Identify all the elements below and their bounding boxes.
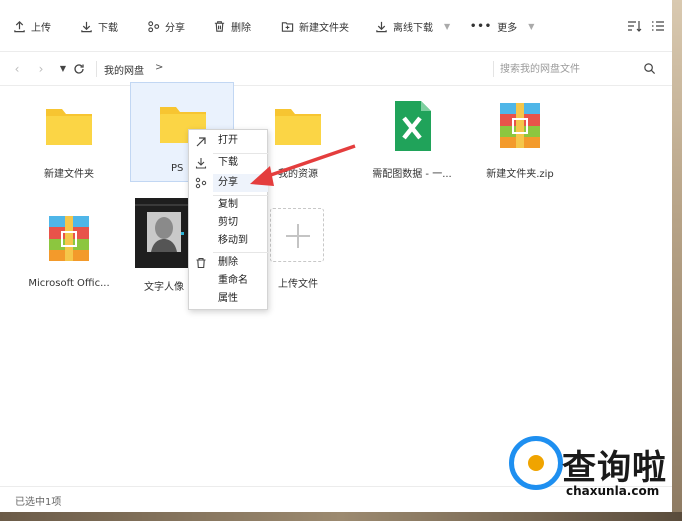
share-label: 分享	[165, 22, 185, 34]
download-icon	[81, 21, 92, 32]
watermark-logo-icon	[509, 436, 563, 490]
excel-icon	[395, 101, 431, 151]
trash-icon	[196, 257, 206, 269]
selection-status: 已选中1项	[15, 497, 62, 508]
refresh-icon[interactable]	[72, 62, 86, 76]
watermark-url: chaxunla.com	[566, 484, 660, 498]
more-label: 更多	[497, 22, 518, 34]
divider	[96, 61, 97, 77]
desktop-background-strip	[672, 0, 682, 521]
cloud-drive-window: 上传 下载 分享 删除 新建文件夹 离线下载 ▼ ••• 更多 ▼ ‹ › ▼ …	[0, 0, 682, 521]
menu-item-copy[interactable]: 复制	[218, 197, 238, 213]
menu-item-move-to[interactable]: 移动到	[218, 233, 248, 249]
menu-item-open[interactable]: 打开	[218, 133, 238, 149]
menu-item-cut[interactable]: 剪切	[218, 215, 238, 231]
download-button[interactable]: 下载	[80, 15, 118, 37]
chevron-down-icon: ▼	[528, 21, 535, 31]
menu-item-rename[interactable]: 重命名	[218, 273, 248, 289]
breadcrumb-arrow: >	[155, 62, 164, 73]
folder-icon	[46, 109, 92, 145]
watermark-brand: 查询啦	[562, 448, 667, 488]
search-input[interactable]	[500, 58, 640, 80]
file-item-excel[interactable]: 需配图数据 - 一...	[360, 85, 464, 185]
delete-button[interactable]: 删除	[213, 15, 251, 37]
forward-arrow-icon[interactable]: ›	[34, 62, 48, 76]
breadcrumb[interactable]: 我的网盘	[104, 62, 144, 77]
sort-icon[interactable]	[626, 18, 642, 34]
upload-button[interactable]: 上传	[13, 15, 51, 37]
new-folder-icon	[281, 21, 294, 32]
menu-item-properties[interactable]: 属性	[218, 291, 238, 307]
trash-icon	[214, 20, 225, 32]
new-folder-button[interactable]: 新建文件夹	[281, 15, 349, 37]
new-folder-label: 新建文件夹	[299, 22, 349, 34]
list-view-icon[interactable]	[650, 18, 666, 34]
menu-item-delete[interactable]: 删除	[218, 255, 238, 271]
file-item-zip[interactable]: 新建文件夹.zip	[468, 85, 572, 185]
offline-download-label: 离线下载	[393, 22, 433, 34]
image-thumbnail	[135, 198, 191, 268]
address-bar: ‹ › ▼ 我的网盘 >	[0, 52, 672, 86]
chevron-down-icon: ▼	[444, 21, 451, 31]
share-icon	[148, 20, 160, 32]
upload-label: 上传	[31, 22, 51, 34]
back-arrow-icon[interactable]: ‹	[10, 62, 24, 76]
offline-download-button[interactable]: 离线下载 ▼	[375, 15, 450, 37]
file-name: Microsoft Offic...	[28, 278, 110, 289]
upload-icon	[14, 20, 25, 32]
open-icon	[196, 137, 206, 147]
history-dropdown-icon[interactable]: ▼	[56, 62, 70, 76]
file-item-zip[interactable]: Microsoft Offic...	[17, 198, 121, 298]
download-label: 下载	[98, 22, 118, 34]
desktop-background-strip	[0, 512, 682, 521]
zip-icon	[49, 216, 89, 261]
file-name: 新建文件夹.zip	[486, 169, 554, 180]
download-icon	[195, 158, 207, 169]
menu-separator	[213, 195, 269, 196]
file-item-folder[interactable]: 新建文件夹	[17, 85, 121, 185]
menu-item-download[interactable]: 下载	[218, 155, 238, 171]
menu-separator	[213, 252, 269, 253]
more-button[interactable]: ••• 更多 ▼	[470, 15, 534, 37]
file-name: 新建文件夹	[44, 169, 94, 180]
share-icon	[195, 177, 207, 189]
upload-file-tile[interactable]	[270, 208, 324, 262]
zip-icon	[500, 103, 540, 148]
menu-item-share[interactable]: 分享	[218, 175, 238, 191]
divider	[493, 61, 494, 77]
search-icon[interactable]	[643, 62, 656, 75]
toolbar: 上传 下载 分享 删除 新建文件夹 离线下载 ▼ ••• 更多 ▼	[0, 0, 672, 52]
more-dots-icon: •••	[470, 20, 493, 32]
share-button[interactable]: 分享	[147, 15, 185, 37]
delete-label: 删除	[231, 22, 251, 34]
offline-download-icon	[376, 21, 387, 32]
annotation-arrow	[250, 144, 356, 186]
file-name: 需配图数据 - 一...	[372, 169, 452, 180]
